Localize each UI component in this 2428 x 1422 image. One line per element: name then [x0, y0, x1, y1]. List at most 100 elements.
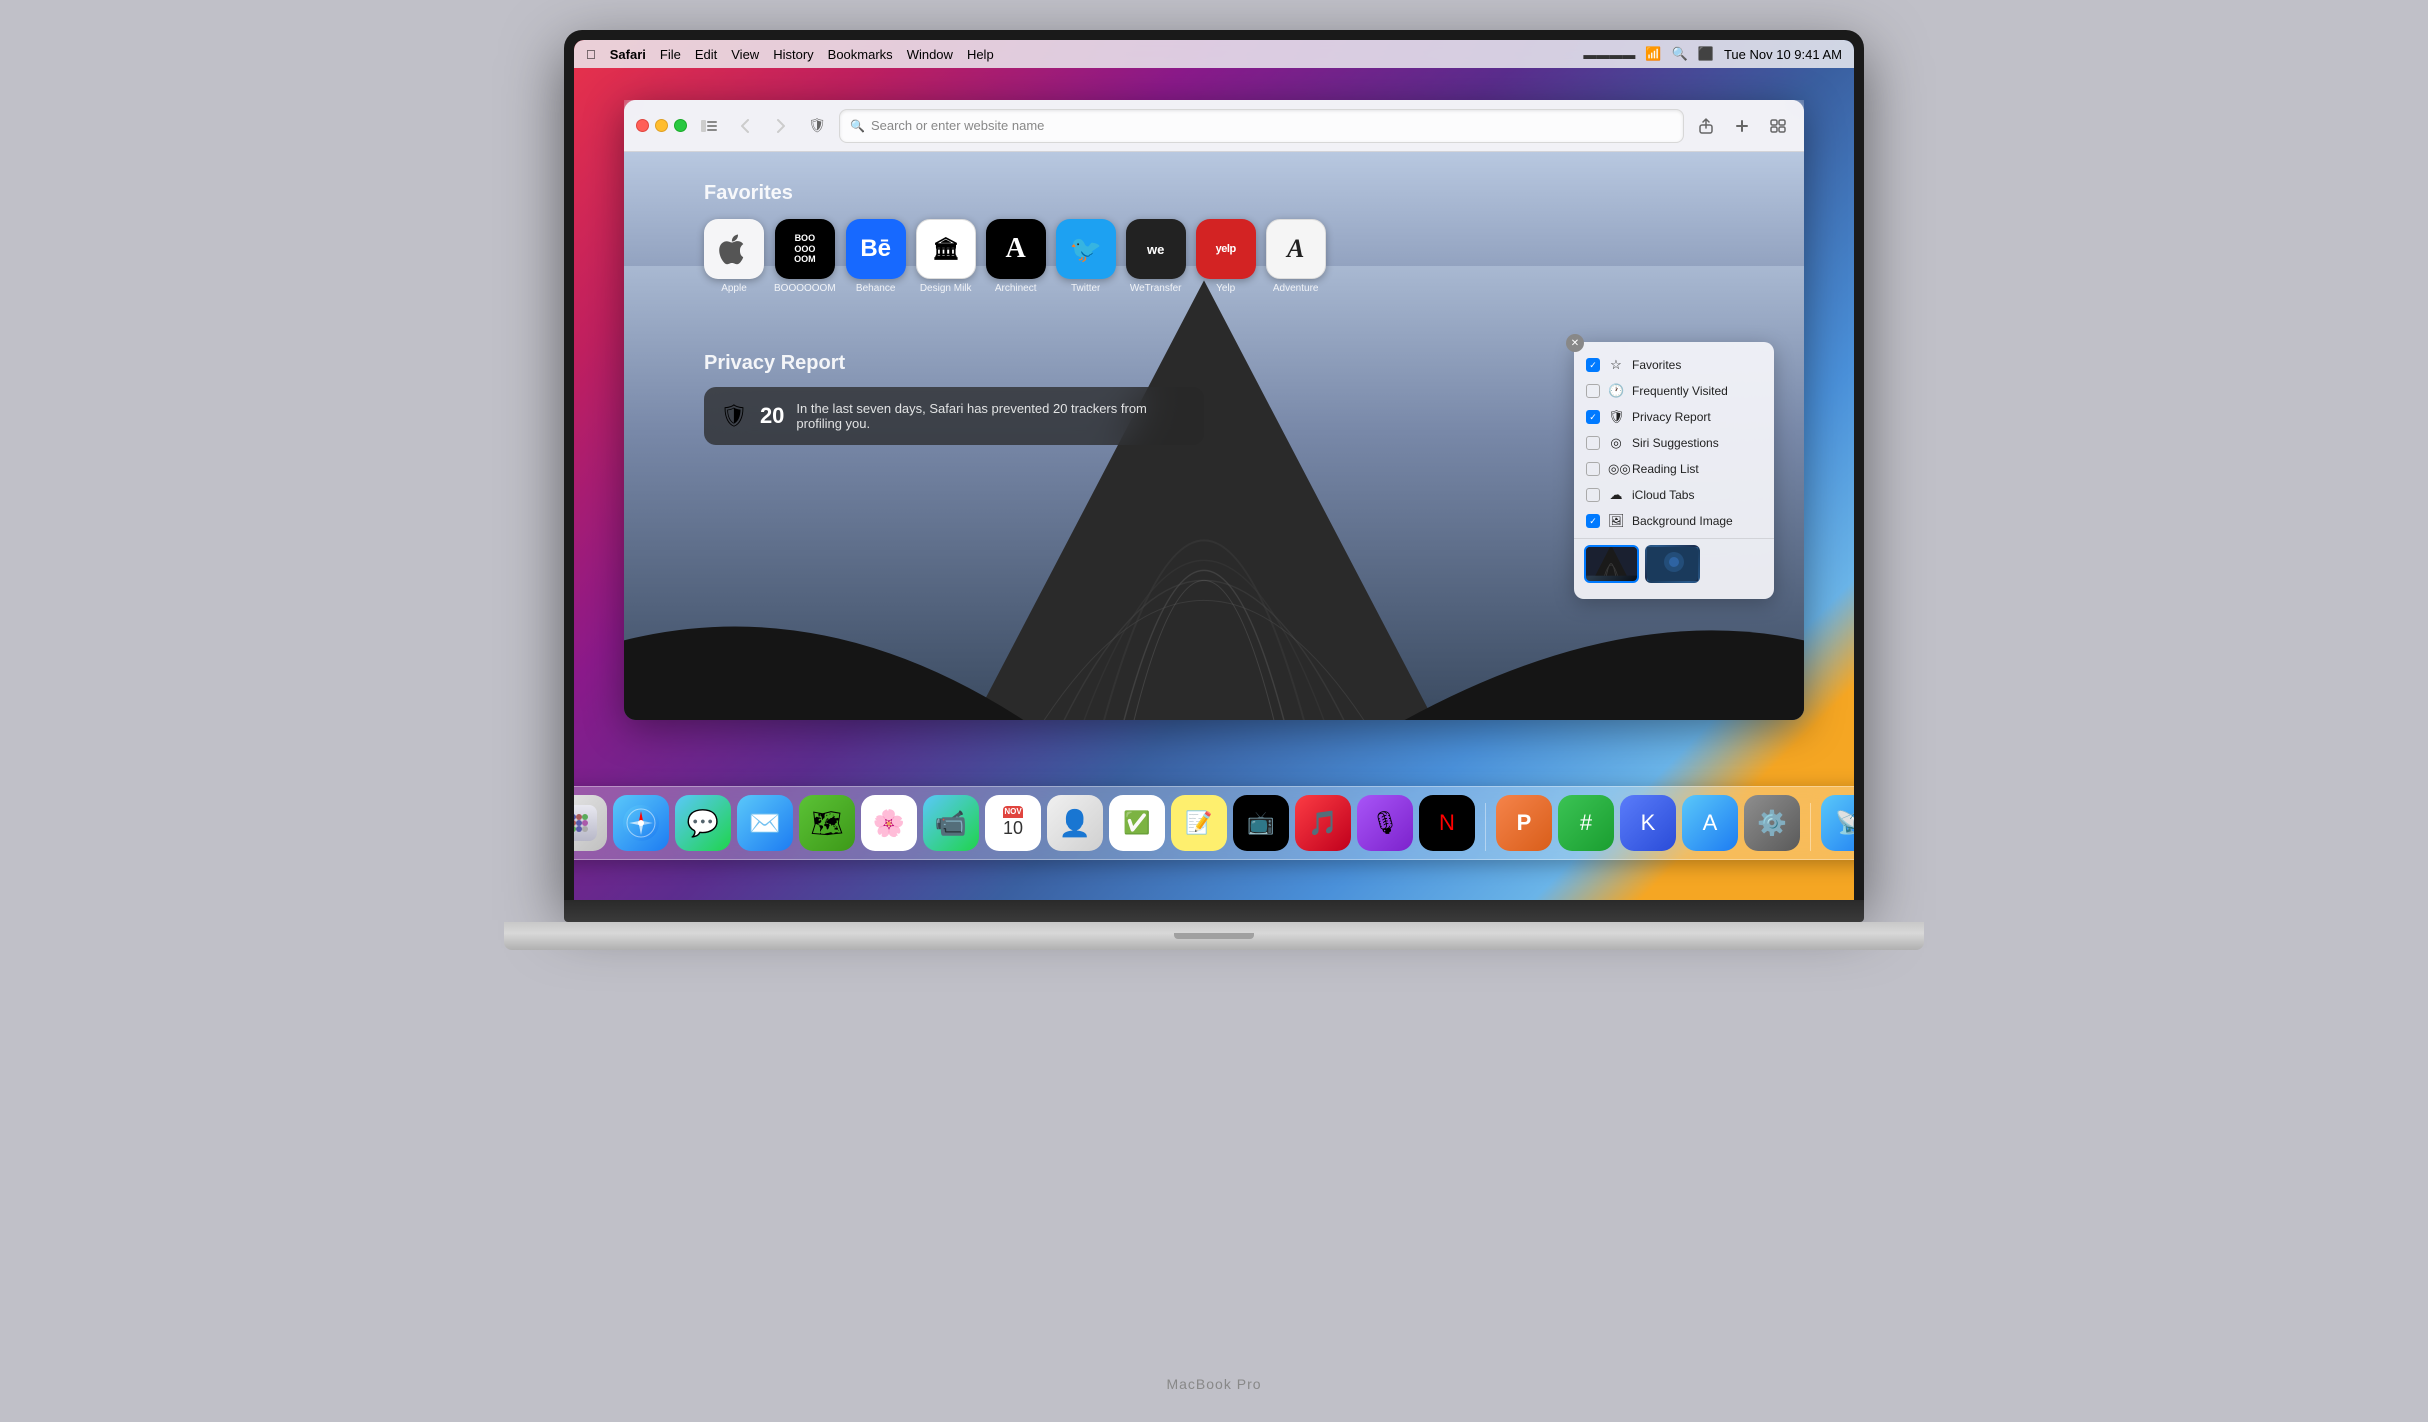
safari-toolbar: 🛡 🔍 Search or enter website name	[624, 100, 1804, 152]
siri-icon: ◎	[1608, 435, 1624, 451]
dock-notes[interactable]: 📝	[1171, 795, 1227, 851]
dock-area: 💬 ✉️ 🗺 🌸	[574, 786, 1854, 860]
new-tab-button[interactable]	[1728, 112, 1756, 140]
fav-behance[interactable]: Bē Behance	[846, 219, 906, 294]
back-button[interactable]	[731, 112, 759, 140]
address-bar[interactable]: 🔍 Search or enter website name	[839, 109, 1684, 143]
share-button[interactable]	[1692, 112, 1720, 140]
menu-edit[interactable]: Edit	[695, 47, 717, 62]
macbook-label: MacBook Pro	[1166, 1376, 1261, 1392]
dock-news[interactable]: N	[1419, 795, 1475, 851]
dock-music[interactable]: 🎵	[1295, 795, 1351, 851]
bg-thumb-1[interactable]	[1584, 545, 1639, 583]
fav-apple[interactable]: Apple	[704, 219, 764, 294]
menu-help[interactable]: Help	[967, 47, 994, 62]
privacy-message: In the last seven days, Safari has preve…	[796, 401, 1188, 431]
menu-history[interactable]: History	[773, 47, 813, 62]
dock-system-preferences[interactable]: ⚙️	[1744, 795, 1800, 851]
privacy-title: Privacy Report	[704, 352, 1204, 375]
fav-wetransfer-icon: we	[1126, 219, 1186, 279]
menu-file[interactable]: File	[660, 47, 681, 62]
dock-separator-2	[1810, 803, 1811, 851]
dock-safari[interactable]	[613, 795, 669, 851]
panel-close-button[interactable]: ✕	[1566, 334, 1584, 352]
dock-tv[interactable]: 📺	[1233, 795, 1289, 851]
reading-list-checkbox[interactable]	[1586, 462, 1600, 476]
dock-maps[interactable]: 🗺	[799, 795, 855, 851]
shield-button[interactable]: 🛡	[803, 112, 831, 140]
control-center-icon[interactable]: ⬛	[1698, 46, 1714, 62]
customize-favorites[interactable]: ✓ ☆ Favorites	[1574, 352, 1774, 378]
fav-behance-label: Behance	[856, 283, 895, 294]
forward-button[interactable]	[767, 112, 795, 140]
menu-window[interactable]: Window	[907, 47, 953, 62]
dock-calendar[interactable]: NOV 10	[985, 795, 1041, 851]
macbook-notch	[1174, 933, 1254, 939]
fav-behance-icon: Bē	[846, 219, 906, 279]
maximize-button[interactable]	[674, 119, 687, 132]
dock-appstore[interactable]: A	[1682, 795, 1738, 851]
customize-panel: ✕ ✓ ☆ Favorites 🕐 Frequentl	[1574, 342, 1774, 599]
fav-wetransfer[interactable]: we WeTransfer	[1126, 219, 1186, 294]
dock-reminders[interactable]: ✅	[1109, 795, 1165, 851]
dock-contacts[interactable]: 👤	[1047, 795, 1103, 851]
dock-messages[interactable]: 💬	[675, 795, 731, 851]
privacy-report-checkbox[interactable]: ✓	[1586, 410, 1600, 424]
fav-boooom[interactable]: BOOOOOOOM BOOOOOOM	[774, 219, 836, 294]
close-button[interactable]	[636, 119, 649, 132]
dock-mail[interactable]: ✉️	[737, 795, 793, 851]
customize-siri-suggestions[interactable]: ◎ Siri Suggestions	[1574, 430, 1774, 456]
favorites-label: Favorites	[1632, 358, 1681, 372]
privacy-card[interactable]: 🛡 20 In the last seven days, Safari has …	[704, 387, 1204, 445]
menu-view[interactable]: View	[731, 47, 759, 62]
app-name[interactable]: Safari	[610, 47, 646, 62]
siri-suggestions-checkbox[interactable]	[1586, 436, 1600, 450]
fav-apple-label: Apple	[721, 283, 747, 294]
customize-icloud-tabs[interactable]: ☁ iCloud Tabs	[1574, 482, 1774, 508]
menu-bookmarks[interactable]: Bookmarks	[828, 47, 893, 62]
dock-pages[interactable]: P	[1496, 795, 1552, 851]
reading-icon: ◎◎	[1608, 461, 1624, 477]
wifi-icon: 📶	[1645, 46, 1661, 62]
desktop-background:  Safari File Edit View History Bookmark…	[574, 40, 1854, 900]
customize-frequently-visited[interactable]: 🕐 Frequently Visited	[1574, 378, 1774, 404]
customize-privacy-report[interactable]: ✓ 🛡 Privacy Report	[1574, 404, 1774, 430]
icloud-tabs-checkbox[interactable]	[1586, 488, 1600, 502]
dock-facetime[interactable]: 📹	[923, 795, 979, 851]
icloud-tabs-label: iCloud Tabs	[1632, 488, 1694, 502]
customize-reading-list[interactable]: ◎◎ Reading List	[1574, 456, 1774, 482]
fav-archinect-label: Archinect	[995, 283, 1037, 294]
tab-overview-button[interactable]	[1764, 112, 1792, 140]
privacy-count: 20	[760, 403, 784, 429]
fav-wetransfer-label: WeTransfer	[1130, 283, 1182, 294]
dock-photos[interactable]: 🌸	[861, 795, 917, 851]
search-icon[interactable]: 🔍	[1672, 46, 1688, 62]
fav-design-milk-icon: 🏛	[916, 219, 976, 279]
dock-launchpad[interactable]	[574, 795, 607, 851]
dock-keynote[interactable]: K	[1620, 795, 1676, 851]
fav-archinect[interactable]: A Archinect	[986, 219, 1046, 294]
dock-podcasts[interactable]: 🎙	[1357, 795, 1413, 851]
customize-background-image[interactable]: ✓ 🖼 Background Image	[1574, 508, 1774, 534]
sidebar-toggle-button[interactable]	[695, 112, 723, 140]
minimize-button[interactable]	[655, 119, 668, 132]
fav-twitter[interactable]: 🐦 Twitter	[1056, 219, 1116, 294]
clock: Tue Nov 10 9:41 AM	[1724, 47, 1842, 62]
menu-bar-left:  Safari File Edit View History Bookmark…	[586, 47, 994, 62]
address-placeholder: Search or enter website name	[871, 118, 1044, 133]
frequently-visited-checkbox[interactable]	[1586, 384, 1600, 398]
fav-design-milk[interactable]: 🏛 Design Milk	[916, 219, 976, 294]
fav-design-milk-label: Design Milk	[920, 283, 972, 294]
dock-airdrop[interactable]: 📡	[1821, 795, 1854, 851]
favorites-checkbox[interactable]: ✓	[1586, 358, 1600, 372]
fav-yelp[interactable]: yelp Yelp	[1196, 219, 1256, 294]
bg-thumb-2[interactable]	[1645, 545, 1700, 583]
fav-adventure[interactable]: A Adventure	[1266, 219, 1326, 294]
reading-list-label: Reading List	[1632, 462, 1699, 476]
dock-numbers[interactable]: #	[1558, 795, 1614, 851]
apple-menu[interactable]: 	[586, 47, 596, 62]
background-thumbnails	[1574, 538, 1774, 589]
favorites-title: Favorites	[704, 182, 1326, 205]
background-image-checkbox[interactable]: ✓	[1586, 514, 1600, 528]
fav-twitter-label: Twitter	[1071, 283, 1100, 294]
